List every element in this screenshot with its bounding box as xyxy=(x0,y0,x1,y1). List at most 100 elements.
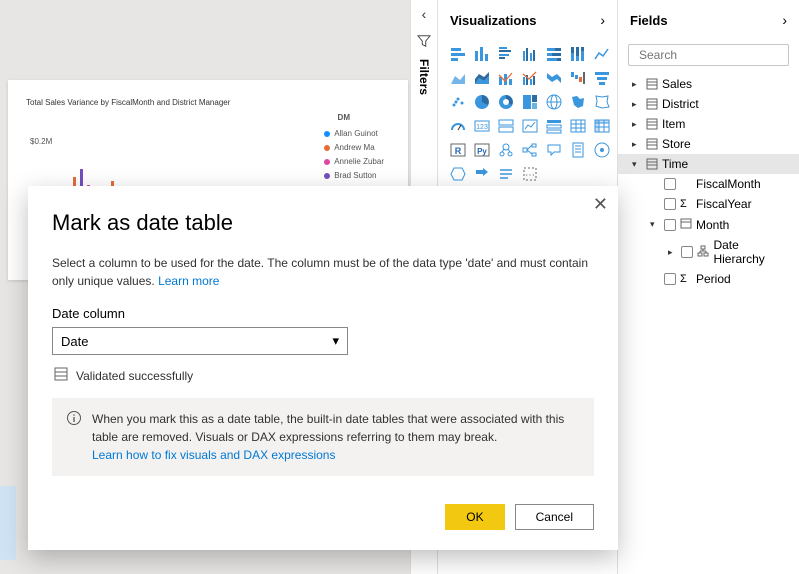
close-button[interactable]: ✕ xyxy=(593,194,608,215)
treemap-icon[interactable] xyxy=(520,92,540,112)
chevron-down-icon: ▾ xyxy=(632,159,642,170)
r-visual-icon[interactable]: R xyxy=(448,140,468,160)
chevron-down-icon: ▾ xyxy=(332,333,339,349)
field-month[interactable]: ▾Month xyxy=(618,214,799,235)
smart-narrative-icon[interactable] xyxy=(496,164,516,184)
multi-row-card-icon[interactable] xyxy=(496,116,516,136)
collapse-viz-icon[interactable]: › xyxy=(600,12,605,28)
clustered-bar-icon[interactable] xyxy=(496,44,516,64)
viz-panel-title: Visualizations xyxy=(450,13,536,28)
slicer-icon[interactable] xyxy=(544,116,564,136)
shape-map-icon[interactable] xyxy=(592,92,612,112)
filled-map-icon[interactable] xyxy=(568,92,588,112)
field-label: Month xyxy=(696,218,729,232)
cancel-button[interactable]: Cancel xyxy=(515,504,594,530)
fields-panel-title: Fields xyxy=(630,13,668,28)
legend: Allan Guinot Andrew Ma Annelie Zubar Bra… xyxy=(324,127,384,183)
stacked-area-icon[interactable] xyxy=(472,68,492,88)
chevron-right-icon: ▸ xyxy=(668,247,677,258)
kpi-icon[interactable] xyxy=(520,116,540,136)
checkbox[interactable] xyxy=(664,198,676,210)
matrix-icon[interactable] xyxy=(592,116,612,136)
field-label: FiscalYear xyxy=(696,197,752,211)
custom-visual-icon[interactable]: ⋯ xyxy=(520,164,540,184)
filters-label: Filters xyxy=(417,59,431,95)
field-label: Item xyxy=(662,117,685,131)
table-icon xyxy=(646,98,658,110)
info-link[interactable]: Learn how to fix visuals and DAX express… xyxy=(92,448,335,462)
field-label: Period xyxy=(696,272,731,286)
svg-text:⋯: ⋯ xyxy=(525,170,535,181)
field-fiscalyear[interactable]: ΣFiscalYear xyxy=(618,194,799,214)
python-visual-icon[interactable]: Py xyxy=(472,140,492,160)
ribbon-chart-icon[interactable] xyxy=(544,68,564,88)
qna-icon[interactable] xyxy=(544,140,564,160)
clustered-column-icon[interactable] xyxy=(520,44,540,64)
ok-button[interactable]: OK xyxy=(445,504,504,530)
field-table-item[interactable]: ▸ Item xyxy=(618,114,799,134)
validation-text: Validated successfully xyxy=(76,369,193,383)
line-clustered-column-icon[interactable] xyxy=(520,68,540,88)
chevron-right-icon: ▸ xyxy=(632,99,642,110)
waterfall-icon[interactable] xyxy=(568,68,588,88)
chevron-right-icon: ▸ xyxy=(632,119,642,130)
dialog-title: Mark as date table xyxy=(52,210,594,236)
date-column-label: Date column xyxy=(52,306,594,321)
field-date-hierarchy[interactable]: ▸Date Hierarchy xyxy=(618,235,799,269)
checkbox[interactable] xyxy=(664,178,676,190)
table-icon xyxy=(646,158,658,170)
pie-icon[interactable] xyxy=(472,92,492,112)
field-label: Store xyxy=(662,137,691,151)
svg-text:123: 123 xyxy=(476,124,488,131)
funnel-icon[interactable] xyxy=(592,68,612,88)
paginated-report-icon[interactable] xyxy=(568,140,588,160)
scatter-icon[interactable] xyxy=(448,92,468,112)
field-table-time[interactable]: ▾ Time xyxy=(618,154,799,174)
donut-icon[interactable] xyxy=(496,92,516,112)
line-chart-icon[interactable] xyxy=(592,44,612,64)
field-table-sales[interactable]: ▸ Sales xyxy=(618,74,799,94)
legend-item: Annelie Zubar xyxy=(324,155,384,169)
power-apps-icon[interactable] xyxy=(448,164,468,184)
field-period[interactable]: ΣPeriod xyxy=(618,269,799,289)
search-box[interactable] xyxy=(628,44,789,66)
checkbox[interactable] xyxy=(681,246,693,258)
checkbox[interactable] xyxy=(664,273,676,285)
field-fiscalmonth[interactable]: FiscalMonth xyxy=(618,174,799,194)
field-label: Sales xyxy=(662,77,692,91)
power-automate-icon[interactable] xyxy=(472,164,492,184)
area-chart-icon[interactable] xyxy=(448,68,468,88)
checkbox[interactable] xyxy=(664,219,676,231)
chevron-right-icon: ▸ xyxy=(632,79,642,90)
arcgis-icon[interactable] xyxy=(592,140,612,160)
mark-date-table-dialog: ✕ Mark as date table Select a column to … xyxy=(28,186,618,550)
map-icon[interactable] xyxy=(544,92,564,112)
card-icon[interactable]: 123 xyxy=(472,116,492,136)
table-icon xyxy=(646,78,658,90)
info-message: When you mark this as a date table, the … xyxy=(52,398,594,476)
svg-text:Py: Py xyxy=(477,147,487,156)
svg-text:R: R xyxy=(455,146,462,156)
stacked-column-icon[interactable] xyxy=(472,44,492,64)
key-influencers-icon[interactable] xyxy=(496,140,516,160)
collapse-fields-icon[interactable]: › xyxy=(782,12,787,28)
expand-filters-icon[interactable]: ‹ xyxy=(411,0,437,28)
date-column-dropdown[interactable]: Date ▾ xyxy=(52,327,348,355)
line-stacked-column-icon[interactable] xyxy=(496,68,516,88)
table-icon[interactable] xyxy=(568,116,588,136)
y-axis-label: $0.2M xyxy=(30,137,52,146)
stacked-bar-icon[interactable] xyxy=(448,44,468,64)
search-input[interactable] xyxy=(639,48,794,62)
stacked-bar-100-icon[interactable] xyxy=(544,44,564,64)
chevron-right-icon: ▸ xyxy=(632,139,642,150)
field-table-store[interactable]: ▸ Store xyxy=(618,134,799,154)
calendar-icon xyxy=(680,217,692,232)
field-label: Time xyxy=(662,157,688,171)
decomposition-tree-icon[interactable] xyxy=(520,140,540,160)
gauge-icon[interactable] xyxy=(448,116,468,136)
info-icon xyxy=(66,410,82,464)
learn-more-link[interactable]: Learn more xyxy=(158,274,219,288)
table-icon xyxy=(646,118,658,130)
stacked-column-100-icon[interactable] xyxy=(568,44,588,64)
field-table-district[interactable]: ▸District xyxy=(618,94,799,114)
